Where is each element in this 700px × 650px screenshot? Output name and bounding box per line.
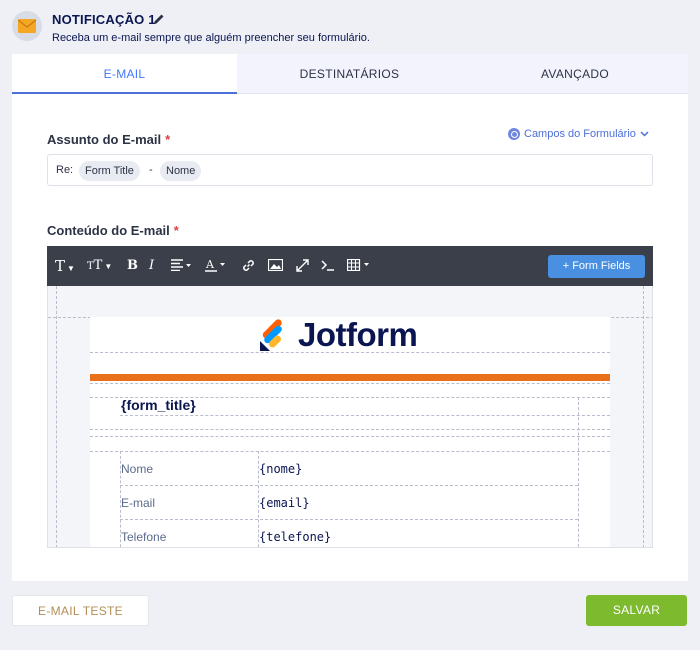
svg-text:A: A [205,258,215,271]
guide-line [120,485,578,486]
guide-line [90,352,610,353]
row-label-nome: Nome [121,462,154,476]
jotform-logo: Jotform [258,316,418,353]
guide-line [120,519,578,520]
chevron-down-icon [640,131,649,137]
subject-separator: - [149,164,153,176]
row-value-email: {email} [259,496,310,510]
email-content-editor[interactable]: Jotform {form_title} Nome {nome} E-mail … [47,286,653,548]
save-button[interactable]: SALVAR [586,595,687,626]
nome-chip[interactable]: Nome [160,161,202,181]
link-icon [508,128,520,140]
align-icon[interactable] [171,259,191,275]
row-label-email: E-mail [121,496,156,510]
form-title-variable: {form_title} [121,397,196,413]
envelope-icon [12,11,42,41]
required-asterisk: * [165,132,171,147]
guide-line [56,286,57,547]
guide-line [578,397,579,547]
tab-email[interactable]: E-MAIL [12,54,237,94]
guide-line [120,415,610,416]
tab-recipients[interactable]: DESTINATÁRIOS [237,54,462,94]
email-template-body: Jotform {form_title} Nome {nome} E-mail … [90,316,610,547]
editor-toolbar: T ▼ TT ▼ B I A + Form Fields [47,246,653,286]
form-fields-dropdown[interactable]: Campos do Formulário [508,128,649,140]
font-size-icon[interactable]: TT ▼ [87,258,112,273]
required-asterisk: * [173,223,179,238]
edit-pencil-icon[interactable] [153,12,165,30]
subject-label: Assunto do E-mail * [47,132,171,147]
fullscreen-icon[interactable] [296,259,309,276]
notification-title: NOTIFICAÇÃO 1 [52,12,156,27]
guide-line [643,286,644,547]
content-label: Conteúdo do E-mail * [47,223,179,238]
guide-line [90,451,610,452]
italic-icon[interactable]: I [149,258,154,273]
email-settings-card: E-MAIL DESTINATÁRIOS AVANÇADO Assunto do… [12,54,688,581]
bold-icon[interactable]: B [127,258,138,273]
tab-bar: E-MAIL DESTINATÁRIOS AVANÇADO [12,54,688,94]
subject-prefix: Re: [56,164,74,176]
row-value-nome: {nome} [259,462,303,476]
test-email-button[interactable]: E-MAIL TESTE [12,595,149,626]
tab-advanced[interactable]: AVANÇADO [462,54,688,94]
text-color-icon[interactable]: A [205,258,227,276]
form-fields-button[interactable]: + Form Fields [548,255,645,278]
jotform-logo-icon [260,319,282,351]
guide-line [90,429,610,430]
font-family-icon[interactable]: T ▼ [55,257,75,275]
link-icon[interactable] [242,259,255,276]
image-icon[interactable] [267,258,284,275]
code-icon[interactable] [321,259,335,275]
notification-subtitle: Receba um e-mail sempre que alguém preen… [52,32,370,44]
guide-line [90,383,610,384]
row-label-telefone: Telefone [121,530,167,544]
notification-header: NOTIFICAÇÃO 1 Receba um e-mail sempre qu… [0,0,700,52]
form-title-chip[interactable]: Form Title [79,161,140,181]
row-value-telefone: {telefone} [259,530,332,544]
guide-line [90,436,610,437]
form-fields-link-label: Campos do Formulário [524,128,636,140]
table-icon[interactable] [346,258,373,275]
jotform-logo-text: Jotform [298,316,418,353]
orange-divider [90,374,610,381]
subject-input[interactable]: Re: Form Title - Nome [47,154,653,186]
